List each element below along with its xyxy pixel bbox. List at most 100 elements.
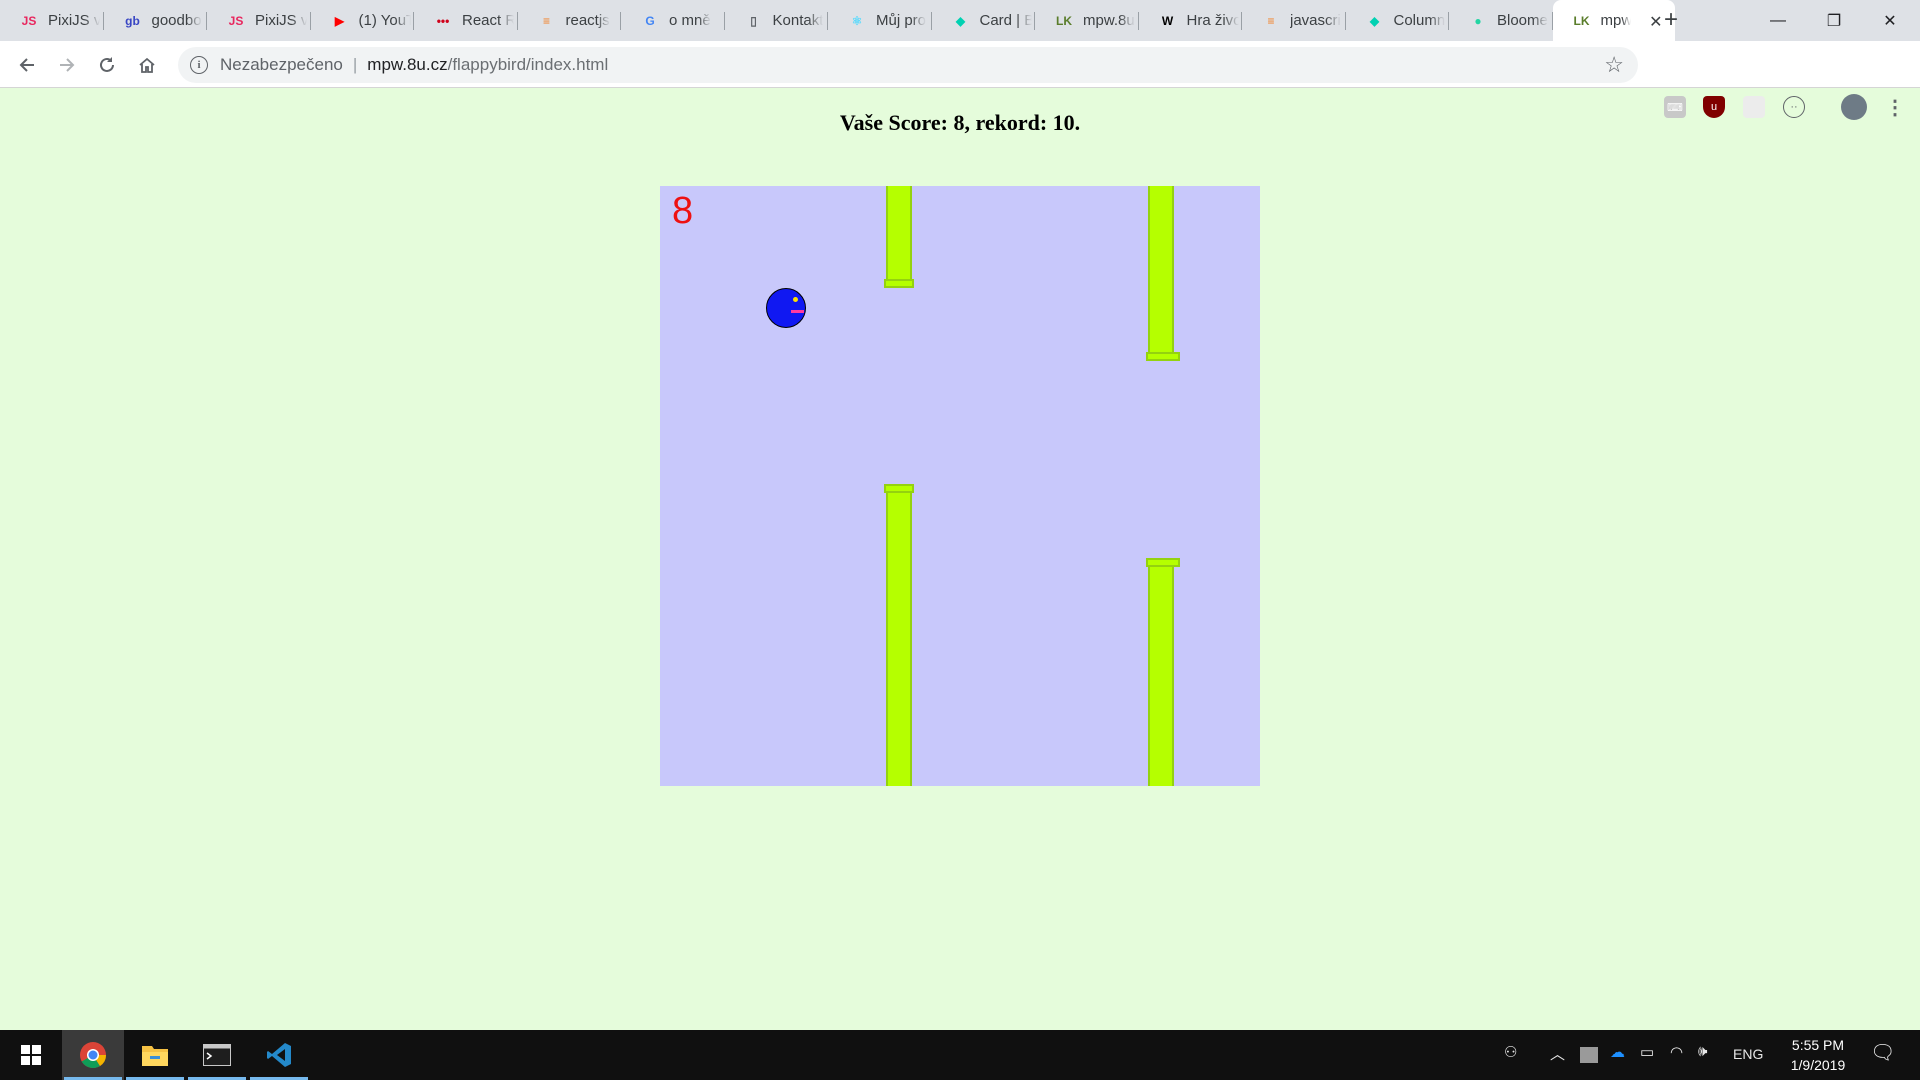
arrow-right-icon xyxy=(60,58,75,72)
url-path: /flappybird/index.html xyxy=(447,55,609,74)
tab-2[interactable]: gb goodbo xyxy=(104,0,207,41)
tab-10[interactable]: ◆ Card | B xyxy=(932,0,1035,41)
chat-icon: ● xyxy=(1474,13,1482,28)
reload-icon xyxy=(100,57,114,72)
pipe-top-1 xyxy=(886,186,912,280)
google-icon: G xyxy=(645,13,655,28)
tab-title: o mně xyxy=(669,12,711,29)
chrome-icon xyxy=(80,1042,107,1069)
bird-player xyxy=(766,288,806,328)
home-icon xyxy=(139,57,155,73)
pipe-bottom-2 xyxy=(1148,564,1174,786)
tab-13[interactable]: ≡ javascri xyxy=(1242,0,1346,41)
security-label: Nezabezpečeno xyxy=(220,55,343,74)
tab-1[interactable]: JS PixiJS v xyxy=(0,0,104,41)
pipe-top-2-cap xyxy=(1146,352,1180,361)
tab-title: mpw xyxy=(1600,12,1631,29)
new-tab-button[interactable]: + xyxy=(1656,5,1686,35)
clock[interactable]: 5:55 PM 1/9/2019 xyxy=(1778,1035,1858,1075)
tab-8[interactable]: ▯ Kontakt xyxy=(725,0,828,41)
tab-title: Card | B xyxy=(979,12,1032,29)
tab-11[interactable]: LK mpw.8u xyxy=(1035,0,1139,41)
js-icon: JS xyxy=(21,13,37,28)
score-heading: Vaše Score: 8, rekord: 10. xyxy=(839,110,1081,135)
back-button[interactable] xyxy=(10,48,44,82)
close-window-button[interactable]: ✕ xyxy=(1862,0,1918,41)
tab-title: (1) YouT xyxy=(358,12,411,29)
taskbar-file-explorer[interactable] xyxy=(124,1030,186,1080)
pipe-bottom-2-cap xyxy=(1146,558,1180,567)
vscode-icon xyxy=(267,1043,291,1067)
tab-15[interactable]: ● Bloome xyxy=(1449,0,1553,41)
info-icon[interactable]: i xyxy=(190,56,208,74)
action-center-icon[interactable]: 🗨 xyxy=(1870,1040,1895,1065)
tab-title: Kontakt xyxy=(772,12,824,29)
bloomer-icon: ◆ xyxy=(955,13,966,28)
document-icon: ▯ xyxy=(750,13,757,28)
game-score-counter: 8 xyxy=(672,190,694,232)
home-button[interactable] xyxy=(130,48,164,82)
bloomer-icon: ◆ xyxy=(1369,13,1380,28)
wikipedia-icon: W xyxy=(1161,13,1174,28)
restore-button[interactable]: ❐ xyxy=(1806,0,1862,41)
bird-beak xyxy=(791,310,804,313)
tab-6[interactable]: ≡ reactjs xyxy=(518,0,621,41)
tab-title: javascri xyxy=(1290,12,1341,29)
pipe-bottom-1 xyxy=(886,492,912,786)
tab-5[interactable]: ••• React R xyxy=(414,0,518,41)
onedrive-cloud-icon[interactable]: ☁ xyxy=(1610,1043,1625,1061)
wifi-icon[interactable]: ◠ xyxy=(1670,1043,1683,1061)
tab-12[interactable]: W Hra živo xyxy=(1139,0,1242,41)
browser-toolbar: i Nezabezpečeno | mpw.8u.cz/flappybird/i… xyxy=(0,41,1920,120)
tab-9[interactable]: ⚛ Můj pro xyxy=(828,0,932,41)
youtube-icon: ▶ xyxy=(334,13,345,28)
forward-button[interactable] xyxy=(50,48,84,82)
taskbar-vscode[interactable] xyxy=(248,1030,310,1080)
clock-time: 5:55 PM xyxy=(1791,1037,1845,1053)
tab-3[interactable]: JS PixiJS v xyxy=(207,0,311,41)
clock-date: 1/9/2019 xyxy=(1790,1057,1846,1073)
terminal-icon xyxy=(203,1044,231,1066)
stackoverflow-icon: ≡ xyxy=(542,13,550,28)
people-icon[interactable]: ⚇ xyxy=(1504,1043,1517,1061)
start-button[interactable] xyxy=(0,1030,62,1080)
tab-title: Hra živo xyxy=(1186,12,1239,29)
battery-icon[interactable]: ▭ xyxy=(1640,1043,1654,1061)
address-bar[interactable]: i Nezabezpečeno | mpw.8u.cz/flappybird/i… xyxy=(178,47,1638,83)
tab-title: Můj pro xyxy=(876,12,927,29)
tablet-icon[interactable] xyxy=(1580,1047,1598,1063)
lk-icon: LK xyxy=(1056,13,1072,28)
pipe-top-1-cap xyxy=(884,279,914,288)
pipe-bottom-1-cap xyxy=(884,484,914,493)
tab-title: goodbo xyxy=(151,12,202,29)
tab-14[interactable]: ◆ Column xyxy=(1346,0,1449,41)
game-canvas[interactable]: 8 xyxy=(660,186,1260,786)
js-icon: JS xyxy=(228,13,244,28)
language-indicator[interactable]: ENG xyxy=(1733,1046,1763,1062)
tab-title: Column xyxy=(1393,12,1446,29)
arrow-left-icon xyxy=(19,58,34,72)
windows-logo-icon xyxy=(21,1045,41,1065)
react-router-icon: ••• xyxy=(436,13,450,28)
reload-button[interactable] xyxy=(90,48,124,82)
windows-taskbar: ⚇ ︿ ☁ ▭ ◠ 🕪 ENG 5:55 PM 1/9/2019 🗨 xyxy=(0,1030,1920,1080)
taskbar-terminal[interactable] xyxy=(186,1030,248,1080)
tab-7[interactable]: Go mně xyxy=(621,0,725,41)
tab-title: React R xyxy=(462,12,514,29)
show-hidden-icons-chevron-icon[interactable]: ︿ xyxy=(1550,1043,1565,1064)
minimize-button[interactable]: — xyxy=(1750,0,1806,41)
bird-eye xyxy=(793,297,798,302)
tab-title: mpw.8u xyxy=(1083,12,1135,29)
stackoverflow-icon: ≡ xyxy=(1267,13,1275,28)
react-icon: ⚛ xyxy=(851,13,863,28)
volume-icon[interactable]: 🕪 xyxy=(1698,1043,1707,1060)
bookmark-star-icon[interactable]: ☆ xyxy=(1604,52,1624,78)
tab-title: PixiJS v xyxy=(255,12,307,29)
url-host: mpw.8u.cz xyxy=(367,55,448,74)
address-divider: | xyxy=(352,55,358,74)
tab-4[interactable]: ▶ (1) YouT xyxy=(311,0,414,41)
tab-title: reactjs xyxy=(565,12,610,29)
tab-title: Bloome xyxy=(1497,12,1548,29)
lk-icon: LK xyxy=(1573,13,1590,28)
taskbar-chrome[interactable] xyxy=(62,1030,124,1080)
